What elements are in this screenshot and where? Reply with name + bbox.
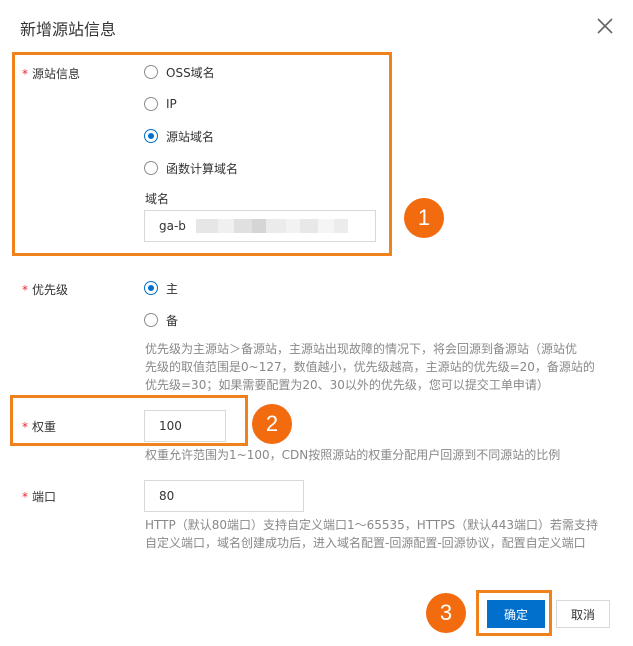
radio-button-checked[interactable] (144, 281, 158, 295)
port-label: * 端口 (22, 490, 57, 504)
port-input[interactable]: 80 (144, 480, 304, 512)
highlight-box-weight (10, 395, 248, 446)
radio-button[interactable] (144, 313, 158, 327)
radio-backup[interactable]: 备 (144, 311, 178, 329)
required-mark: * (22, 490, 28, 504)
priority-label: * 优先级 (22, 283, 69, 297)
weight-help: 权重允许范围为1~100，CDN按照源站的权重分配用户回源到不同源站的比例 (145, 448, 561, 462)
add-origin-dialog: 新增源站信息 * 源站信息 OSS域名 IP 源站域名 函数计算域名 域名 ga-… (0, 0, 633, 646)
step-badge-1: 1 (404, 198, 444, 238)
radio-primary[interactable]: 主 (144, 279, 178, 297)
dialog-title: 新增源站信息 (20, 20, 117, 39)
close-icon[interactable] (595, 16, 615, 36)
highlight-box-origin (12, 52, 392, 256)
cancel-button[interactable]: 取消 (556, 600, 610, 628)
step-badge-3: 3 (426, 593, 466, 633)
step-badge-2: 2 (252, 404, 292, 444)
priority-help: 优先级为主源站＞备源站，主源站出现故障的情况下，将会回源到备源站（源站优 先级的… (145, 342, 595, 392)
required-mark: * (22, 283, 28, 297)
port-help: HTTP（默认80端口）支持自定义端口1～65535，HTTPS（默认443端口… (145, 518, 599, 550)
confirm-button[interactable]: 确定 (487, 600, 545, 628)
